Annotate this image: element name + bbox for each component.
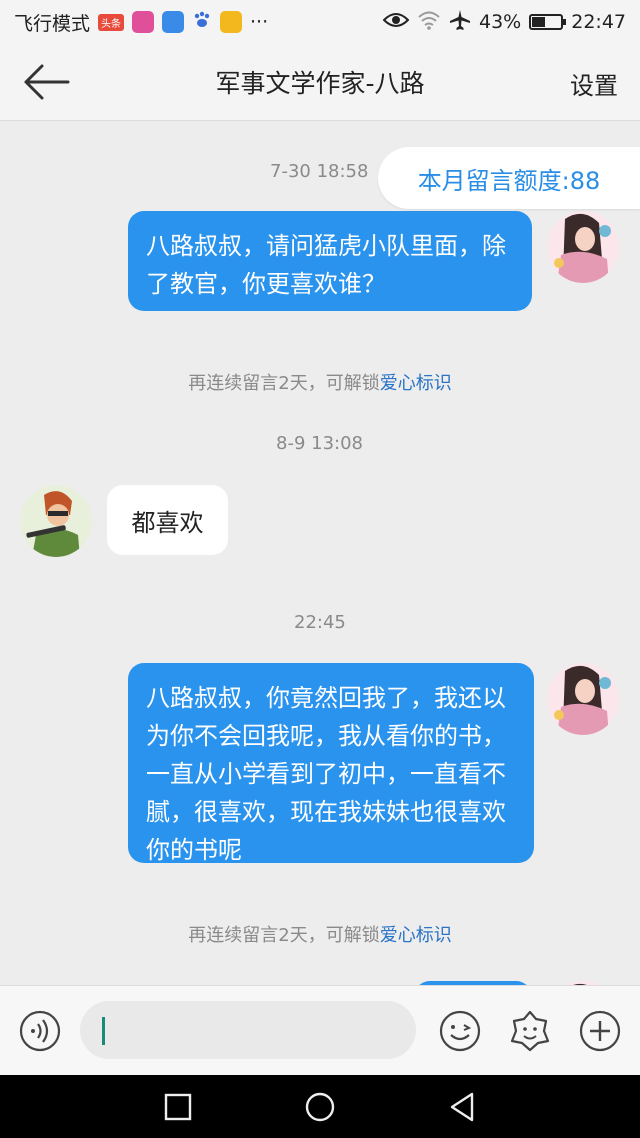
heart-badge-link[interactable]: 爱心标识 <box>380 373 452 394</box>
notice-text: 再连续留言2天，可解锁 <box>188 925 380 946</box>
outgoing-message[interactable]: 八路叔叔，请问猛虎小队里面，除了教官，你更喜欢谁？ <box>128 211 532 311</box>
text-caret <box>102 1017 105 1045</box>
input-bar <box>0 985 640 1076</box>
back-arrow-icon[interactable] <box>20 62 72 102</box>
wifi-icon <box>417 10 441 35</box>
unlock-notice: 再连续留言2天，可解锁爱心标识 <box>0 369 640 395</box>
chat-header: 军事文学作家-八路 设置 <box>0 44 640 121</box>
incoming-message[interactable]: 都喜欢 <box>107 485 228 555</box>
airplane-mode-label: 飞行模式 <box>14 12 91 35</box>
timestamp: 22:45 <box>294 612 346 633</box>
recent-apps-icon[interactable] <box>164 1093 192 1125</box>
back-triangle-icon[interactable] <box>448 1091 476 1127</box>
clock: 22:47 <box>571 11 626 33</box>
timestamp: 8-9 13:08 <box>276 433 363 454</box>
status-bar: 飞行模式 头条 ··· 43% 22:47 <box>0 0 640 44</box>
timestamp: 7-30 18:58 <box>270 161 369 182</box>
battery-icon <box>529 14 567 30</box>
airplane-icon <box>449 9 471 36</box>
unlock-notice: 再连续留言2天，可解锁爱心标识 <box>0 921 640 947</box>
voice-icon[interactable] <box>18 1009 62 1053</box>
user-avatar[interactable] <box>547 663 619 735</box>
news-badge: 头条 <box>98 13 125 31</box>
sticker-icon[interactable] <box>508 1009 552 1053</box>
author-avatar[interactable] <box>20 485 92 557</box>
paw-icon <box>192 10 212 35</box>
user-avatar[interactable] <box>547 211 619 283</box>
music-icon <box>162 11 185 33</box>
page-title: 军事文学作家-八路 <box>215 69 425 98</box>
emoji-icon[interactable] <box>438 1009 482 1053</box>
notice-text: 再连续留言2天，可解锁 <box>188 373 380 394</box>
eye-icon <box>382 11 410 34</box>
plus-icon[interactable] <box>578 1009 622 1053</box>
folder-icon <box>220 11 243 33</box>
quota-pill[interactable]: 本月留言额度:88 <box>378 147 640 209</box>
app-icon-pink <box>132 11 155 33</box>
message-input[interactable] <box>80 1001 416 1059</box>
outgoing-message[interactable]: 八路叔叔，你竟然回我了，我还以为你不会回我呢，我从看你的书，一直从小学看到了初中… <box>128 663 534 864</box>
home-icon[interactable] <box>304 1091 336 1127</box>
more-dots-icon: ··· <box>250 11 269 33</box>
battery-percent: 43% <box>479 11 522 33</box>
chat-area[interactable]: 本月留言额度:88 7-30 18:58 八路叔叔，请问猛虎小队里面，除了教官，… <box>0 121 640 985</box>
settings-button[interactable]: 设置 <box>570 66 618 101</box>
system-nav-bar <box>0 1075 640 1138</box>
heart-badge-link[interactable]: 爱心标识 <box>380 925 452 946</box>
